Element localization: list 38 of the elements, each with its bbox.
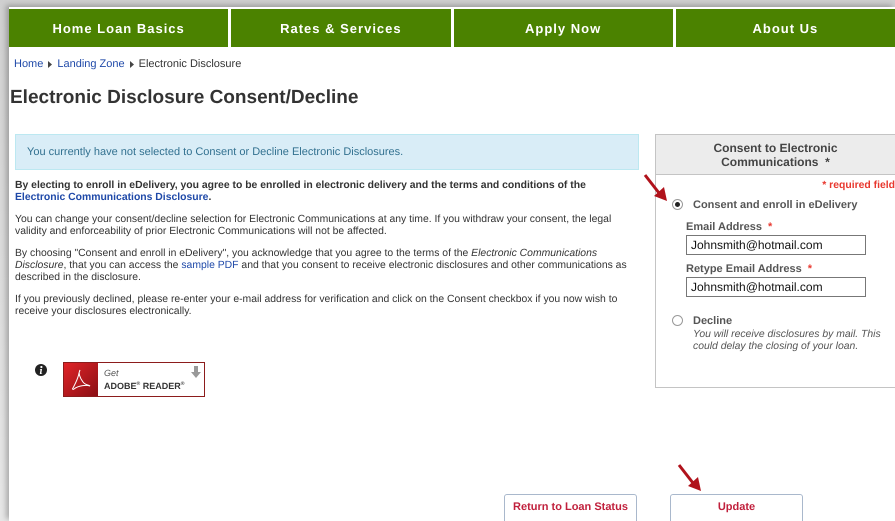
breadcrumb-link[interactable]: Landing Zone: [57, 58, 125, 70]
pointer-arrow-icon: [677, 463, 703, 493]
info-notice: You currently have not selected to Consent or Decline Electronic Disclosures.: [15, 134, 639, 170]
option-note: You will receive disclosures by mail. This could delay the closing of your loan.: [693, 329, 882, 353]
download-icon: [191, 366, 201, 378]
nav-tab[interactable]: About Us: [676, 9, 895, 47]
required-mark: *: [768, 221, 772, 233]
info-icon: [35, 364, 47, 376]
pointer-arrow-icon: [643, 173, 669, 203]
paragraph: By electing to enroll in eDelivery, you agree to be enrolled in electronic delivery and the terms and conditions of the Electronic Communications Disclosure.: [15, 180, 587, 204]
adobe-reader-badge[interactable]: Get ADOBE$^{®}$ READER$^{®}$: [63, 362, 205, 397]
field-label: Retype Email Address: [686, 263, 802, 275]
action-button[interactable]: Update: [670, 494, 803, 521]
link[interactable]: Electronic Communications Disclosure: [15, 192, 208, 203]
radio-button[interactable]: [672, 199, 683, 210]
page-title: Electronic Disclosure Consent/Decline: [10, 87, 360, 109]
breadcrumb-current: Electronic Disclosure: [138, 58, 242, 70]
action-button[interactable]: Return to Loan Status: [504, 494, 637, 521]
option-label: Decline: [693, 315, 734, 327]
required-mark: *: [808, 263, 812, 275]
nav-tab[interactable]: Home Loan Basics: [9, 9, 228, 47]
paragraph: If you previously declined, please re-enter your e-mail address for verification and click on the Consent checkbox if you now wish to receive your disclosures electronically.: [15, 294, 618, 318]
panel-title: Consent to Electronic Communications *: [712, 140, 838, 168]
radio-button[interactable]: [672, 315, 683, 326]
breadcrumb-separator-icon: [130, 60, 134, 68]
breadcrumb-separator-icon: [48, 60, 52, 68]
paragraph: By choosing "Consent and enroll in eDelivery", you acknowledge that you agree to the terms of the Electronic Communications Disclosure, that you can access the sample PDF and that you consent to receive electronic disclosures and other communications as described in the disclosure.: [15, 248, 627, 284]
nav-tab[interactable]: Apply Now: [454, 9, 673, 47]
pdf-icon: [71, 368, 91, 390]
field-label: Email Address: [686, 221, 762, 233]
breadcrumb-link[interactable]: Home: [14, 58, 44, 70]
link[interactable]: sample PDF: [181, 260, 239, 271]
paragraph: You can change your consent/decline selection for Electronic Communications at any time. If you withdraw your consent, the legal validity and enforceability of prior Electronic Communications will not be affected.: [15, 214, 612, 238]
email-field[interactable]: Johnsmith@hotmail.com: [686, 277, 866, 297]
required-field-note: * required field: [821, 180, 895, 191]
option-label: Consent and enroll in eDelivery: [693, 199, 858, 211]
nav-tab[interactable]: Rates & Services: [231, 9, 450, 47]
email-field[interactable]: Johnsmith@hotmail.com: [686, 235, 866, 255]
